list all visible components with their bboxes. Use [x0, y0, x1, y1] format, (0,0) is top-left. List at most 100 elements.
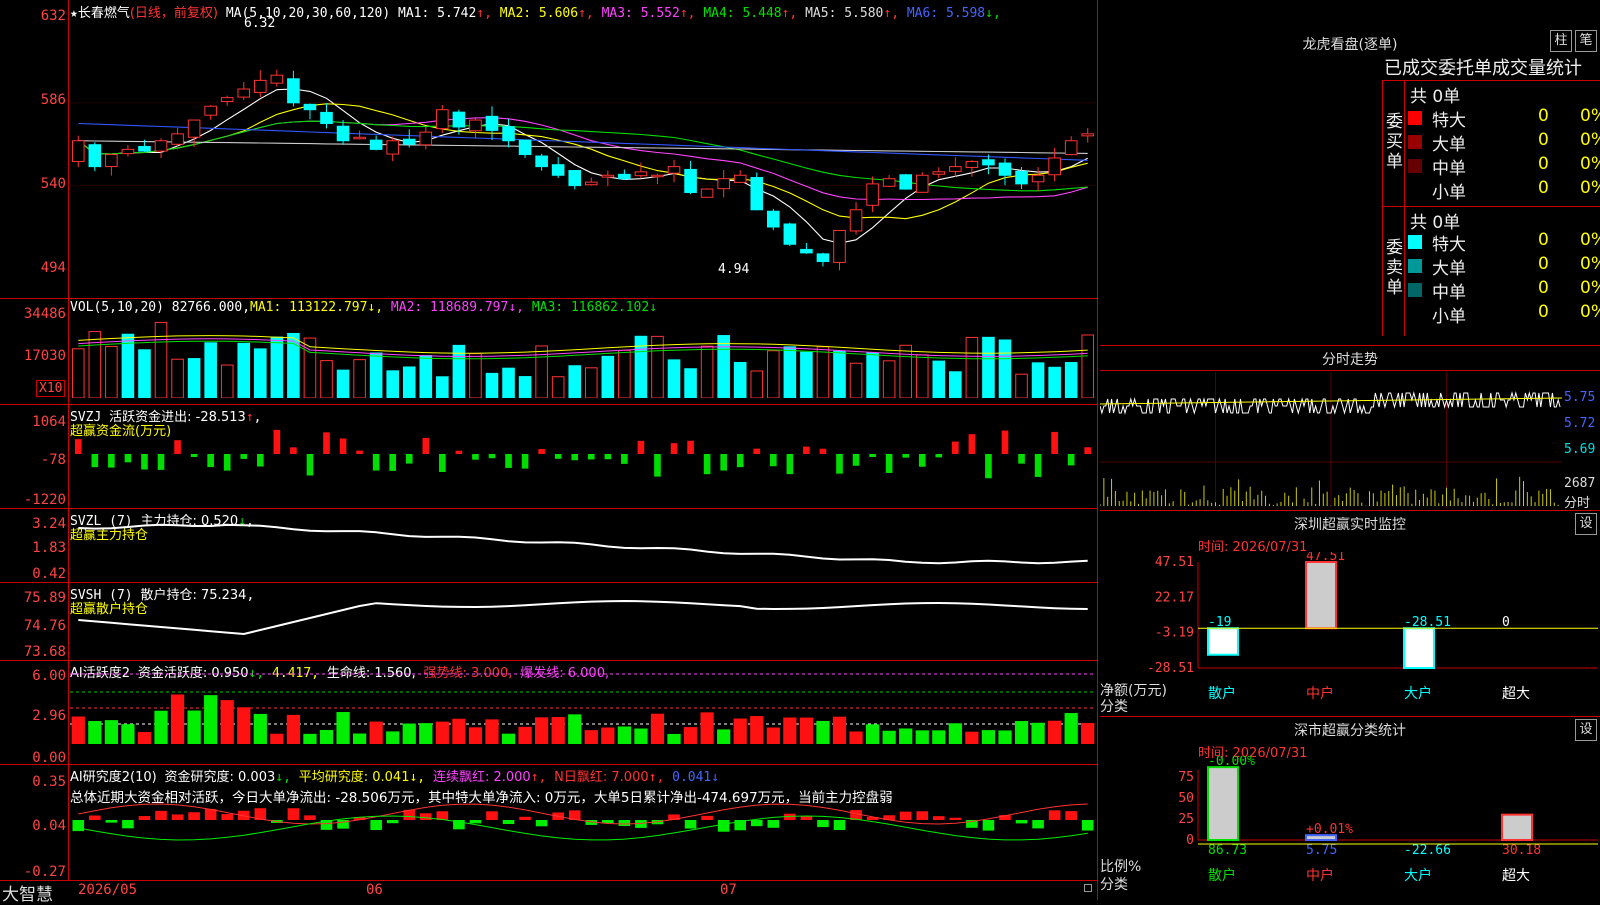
- main-holding-chart[interactable]: [70, 520, 1096, 580]
- activity-bar: [617, 726, 631, 744]
- flow-bar: [670, 443, 678, 454]
- activity-bar: [915, 730, 929, 744]
- activity-chart[interactable]: [70, 672, 1096, 762]
- activity-bar: [187, 710, 201, 744]
- candle-body: [287, 78, 300, 104]
- sz-class-value: 5.75: [1306, 843, 1337, 858]
- sz-monitor-settings-button[interactable]: 设: [1575, 513, 1597, 535]
- candle-body: [733, 174, 747, 183]
- order-pct: 0%: [1580, 254, 1600, 274]
- activity-bar: [402, 723, 416, 744]
- volume-bar: [882, 360, 896, 398]
- main-chart-area[interactable]: ★长春燃气(日线，前复权) MA(5,10,20,30,60,120) MA1:…: [0, 0, 1098, 905]
- flow-bar: [455, 450, 463, 454]
- volume-bar: [932, 360, 946, 398]
- retail-holding-chart[interactable]: [70, 596, 1096, 658]
- flow-bar: [439, 454, 446, 472]
- bar-mode-button[interactable]: 柱: [1550, 30, 1572, 52]
- flow-bar: [74, 439, 82, 454]
- candle-body: [618, 173, 631, 180]
- research-bar: [89, 815, 101, 820]
- research-chart[interactable]: [70, 800, 1096, 878]
- volume-bar: [584, 367, 598, 398]
- sz-class-settings-button[interactable]: 设: [1575, 719, 1597, 741]
- flow-bar: [174, 440, 181, 454]
- volume-bar: [965, 336, 979, 398]
- order-pct: 0%: [1580, 278, 1600, 298]
- order-count: 0: [1538, 178, 1549, 198]
- flow-bar: [902, 454, 910, 458]
- sz-monitor-ytick: 47.51: [1155, 555, 1194, 570]
- order-type: 小单: [1432, 307, 1466, 327]
- order-row: 大单 0 0%: [1408, 254, 1600, 279]
- sz-monitor-bar: [1305, 561, 1337, 630]
- retail-holding-line: [78, 599, 1088, 636]
- candle-body: [551, 164, 565, 176]
- buy-order-label: 委买单: [1386, 112, 1403, 172]
- candlestick-chart[interactable]: [70, 20, 1096, 296]
- lock-icon[interactable]: [1084, 884, 1092, 892]
- sz-class-ytick: 25: [1178, 812, 1194, 827]
- order-count: 0: [1538, 130, 1549, 150]
- activity-bar: [468, 727, 483, 744]
- panel-divider: [0, 404, 1098, 405]
- volume-bar: [71, 348, 85, 398]
- activity-bar: [1081, 722, 1095, 744]
- tick-mode-button[interactable]: 笔: [1575, 30, 1597, 52]
- sz-class-ylabel: 比例%: [1100, 859, 1142, 875]
- volume-bar: [733, 361, 747, 398]
- candle-body: [303, 103, 317, 111]
- flow-bar: [1001, 430, 1009, 454]
- volume-bar: [783, 346, 797, 398]
- sz-monitor-bar: [1207, 627, 1239, 656]
- panel-divider: [0, 582, 1098, 583]
- flow-bar: [769, 454, 777, 467]
- research-bar: [916, 811, 929, 820]
- volume-bar: [800, 351, 813, 398]
- activity-bar: [419, 723, 433, 744]
- ai2-header: AI研究度2(10) 资金研究度: 0.003↓, 平均研究度: 0.041↓,…: [70, 770, 720, 785]
- research-bar: [188, 812, 200, 820]
- sz-monitor-chart[interactable]: 47.5122.17-3.19-28.51-19散户47.51中户-28.51大…: [1100, 552, 1600, 718]
- activity-bar: [849, 731, 863, 744]
- chart-mode[interactable]: (日线，前复权): [130, 6, 218, 21]
- order-count: 0: [1538, 254, 1549, 274]
- activity-bar: [501, 733, 516, 744]
- volume-bar: [502, 367, 515, 398]
- ma-line: [77, 103, 1088, 220]
- activity-bar: [832, 716, 847, 744]
- sz-class-category: 散户: [1208, 867, 1236, 884]
- ai2-ytick: -0.27: [23, 864, 66, 880]
- volume-bar: [237, 342, 251, 398]
- candle-body: [1064, 140, 1078, 156]
- flow-bar: [323, 432, 330, 454]
- sz-class-chart[interactable]: 75 50 25 0 -0.00% 86.73 散户 +0.01% 5.75 中户 -22.66 大户…: [1100, 756, 1600, 900]
- intraday-ytick: 5.69: [1564, 442, 1596, 457]
- activity-bar: [319, 729, 334, 744]
- candle-body: [353, 136, 366, 140]
- candle-body: [419, 131, 433, 146]
- candle-body: [866, 183, 879, 206]
- panel-divider: [0, 764, 1098, 765]
- flow-bar: [571, 454, 579, 461]
- candle-body: [121, 148, 135, 155]
- intraday-chart[interactable]: [1100, 372, 1562, 508]
- research-bar: [386, 820, 399, 824]
- candle-body: [767, 210, 780, 228]
- volume-bar: [998, 339, 1012, 398]
- candle-body: [237, 88, 251, 98]
- flow-bar: [1034, 454, 1042, 477]
- high-price-label: 6.32: [244, 16, 276, 31]
- flow-bar: [786, 454, 794, 475]
- candle-body: [502, 126, 515, 142]
- volume-bar: [436, 376, 449, 398]
- svzj-ytick: -78: [40, 452, 66, 468]
- volume-chart[interactable]: [70, 318, 1096, 398]
- flow-bar: [290, 447, 297, 454]
- svsh-ytick: 75.89: [23, 590, 66, 606]
- volume-bar: [419, 355, 433, 398]
- price-ytick: 586: [40, 92, 66, 108]
- fund-flow-chart[interactable]: [70, 420, 1096, 506]
- longhu-title: 龙虎看盘(逐单): [1302, 37, 1398, 53]
- stock-name[interactable]: 长春燃气: [78, 6, 130, 21]
